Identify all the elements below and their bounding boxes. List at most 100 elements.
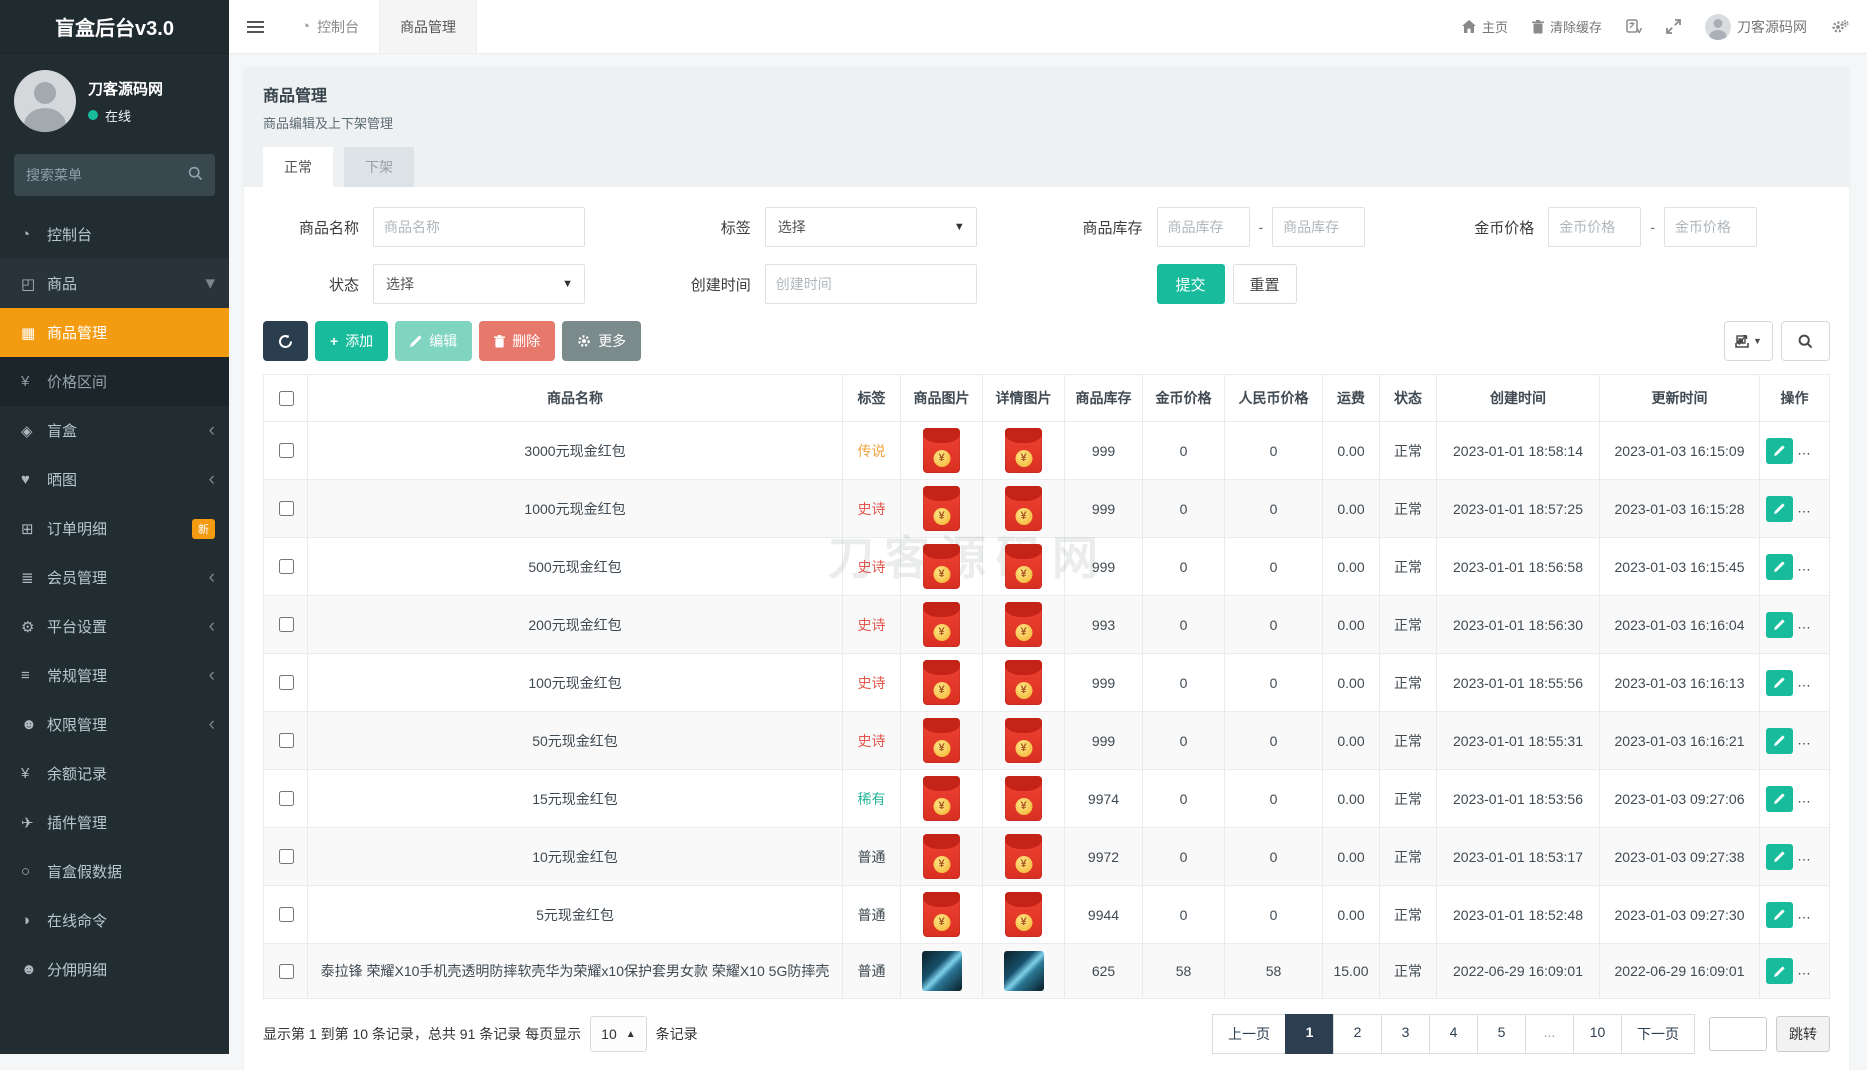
- settings-gears-icon[interactable]: [1831, 19, 1849, 35]
- page-link[interactable]: 2: [1333, 1014, 1382, 1054]
- sidebar-menu-item[interactable]: ▦ 商品管理: [0, 308, 229, 357]
- row-edit-button[interactable]: [1766, 901, 1793, 928]
- fullscreen-icon[interactable]: [1666, 19, 1681, 34]
- row-checkbox[interactable]: [278, 849, 294, 864]
- sidebar-menu-item[interactable]: ◰ 商品 ▾: [0, 259, 229, 308]
- row-checkbox[interactable]: [278, 963, 294, 979]
- page-link[interactable]: 4: [1429, 1014, 1478, 1054]
- clear-cache-link[interactable]: 清除缓存: [1531, 17, 1602, 36]
- stock-min-input[interactable]: [1156, 207, 1250, 247]
- table-search-button[interactable]: [1781, 321, 1830, 361]
- submit-button[interactable]: 提交: [1156, 264, 1225, 304]
- sidebar-menu-item[interactable]: ≣ 会员管理 ‹: [0, 553, 229, 602]
- sidebar-menu-item[interactable]: ☻ 权限管理 ‹: [0, 700, 229, 749]
- product-image[interactable]: [923, 776, 960, 821]
- stock-max-input[interactable]: [1272, 207, 1366, 247]
- row-checkbox[interactable]: [278, 501, 294, 516]
- row-edit-button[interactable]: [1766, 437, 1793, 464]
- sidebar-menu-item[interactable]: ¥ 余额记录: [0, 749, 229, 798]
- page-link[interactable]: 1: [1285, 1014, 1334, 1054]
- row-checkbox[interactable]: [278, 907, 294, 922]
- product-image[interactable]: [923, 428, 960, 473]
- page-size-select[interactable]: 10 ▲: [590, 1016, 647, 1052]
- page-link[interactable]: 10: [1573, 1014, 1622, 1054]
- product-image[interactable]: [923, 486, 960, 531]
- reset-button[interactable]: 重置: [1232, 264, 1297, 304]
- detail-image[interactable]: [1005, 892, 1042, 937]
- product-image[interactable]: [923, 834, 960, 879]
- tab-offshelf[interactable]: 下架: [344, 147, 414, 187]
- row-edit-button[interactable]: [1766, 611, 1793, 638]
- table-row: 1000元现金红包 史诗 999 0 0 0.00 正常: [263, 479, 1830, 538]
- detail-image[interactable]: [1005, 776, 1042, 821]
- sidebar-menu-item[interactable]: ¥ 价格区间: [0, 357, 229, 406]
- detail-image[interactable]: [1005, 602, 1042, 647]
- translate-icon[interactable]: [1626, 18, 1642, 35]
- detail-image[interactable]: [1003, 951, 1044, 991]
- page-link[interactable]: 5: [1477, 1014, 1526, 1054]
- detail-image[interactable]: [1005, 544, 1042, 589]
- delete-button[interactable]: 删除: [479, 321, 556, 361]
- product-image[interactable]: [923, 602, 960, 647]
- status-select[interactable]: 选择 ▼: [373, 264, 585, 304]
- row-checkbox[interactable]: [278, 559, 294, 574]
- row-edit-button[interactable]: [1766, 553, 1793, 580]
- more-button[interactable]: 更多: [562, 321, 642, 361]
- sidebar-menu-item[interactable]: ◔ 控制台: [0, 210, 229, 259]
- row-checkbox[interactable]: [278, 443, 294, 458]
- user-menu[interactable]: 刀客源码网: [1705, 13, 1807, 40]
- gold-max-input[interactable]: [1663, 207, 1757, 247]
- jump-button[interactable]: 跳转: [1776, 1016, 1830, 1052]
- row-checkbox[interactable]: [278, 733, 294, 748]
- row-edit-button[interactable]: [1766, 843, 1793, 870]
- sidebar-menu-item[interactable]: ○ 盲盒假数据: [0, 847, 229, 896]
- topbar-tab[interactable]: 商品管理: [379, 0, 478, 53]
- detail-image[interactable]: [1005, 428, 1042, 473]
- sidebar-menu-item[interactable]: ☻ 分佣明细: [0, 945, 229, 994]
- sidebar-menu-item[interactable]: ⚙ 平台设置 ‹: [0, 602, 229, 651]
- edit-button[interactable]: 编辑: [395, 321, 473, 361]
- row-edit-button[interactable]: [1766, 727, 1793, 754]
- tab-normal[interactable]: 正常: [263, 147, 333, 187]
- search-icon[interactable]: [188, 166, 203, 181]
- detail-image[interactable]: [1005, 486, 1042, 531]
- sidebar-menu-item[interactable]: ≡ 常规管理 ‹: [0, 651, 229, 700]
- home-link[interactable]: 主页: [1461, 17, 1508, 36]
- row-edit-button[interactable]: [1766, 495, 1793, 522]
- page-link[interactable]: ...: [1525, 1014, 1574, 1054]
- sidebar-menu-item[interactable]: ◑ 在线命令: [0, 896, 229, 945]
- sidebar-menu-item[interactable]: ⊞ 订单明细 新: [0, 504, 229, 553]
- product-image[interactable]: [923, 544, 960, 589]
- sidebar-menu-item[interactable]: ♥ 晒图 ‹: [0, 455, 229, 504]
- row-checkbox[interactable]: [278, 675, 294, 690]
- product-image[interactable]: [923, 892, 960, 937]
- created-time-input[interactable]: [764, 264, 977, 304]
- detail-image[interactable]: [1005, 834, 1042, 879]
- product-image[interactable]: [923, 718, 960, 763]
- page-link[interactable]: 下一页: [1621, 1014, 1695, 1054]
- detail-image[interactable]: [1005, 660, 1042, 705]
- detail-image[interactable]: [1005, 718, 1042, 763]
- tag-select[interactable]: 选择 ▼: [764, 207, 977, 247]
- row-edit-button[interactable]: [1766, 669, 1793, 696]
- jump-page-input[interactable]: [1709, 1017, 1767, 1051]
- row-checkbox[interactable]: [278, 617, 294, 632]
- hamburger-menu-icon[interactable]: [229, 0, 281, 53]
- row-edit-button[interactable]: [1766, 958, 1793, 984]
- export-button[interactable]: ▼: [1724, 321, 1773, 361]
- sidebar-search-input[interactable]: [14, 154, 215, 196]
- name-filter-input[interactable]: [373, 207, 585, 247]
- product-image[interactable]: [923, 660, 960, 705]
- add-button[interactable]: + 添加: [315, 321, 389, 361]
- gold-min-input[interactable]: [1548, 207, 1642, 247]
- page-link[interactable]: 上一页: [1212, 1014, 1286, 1054]
- row-edit-button[interactable]: [1766, 785, 1793, 812]
- refresh-button[interactable]: [263, 321, 308, 361]
- page-link[interactable]: 3: [1381, 1014, 1430, 1054]
- row-checkbox[interactable]: [278, 791, 294, 806]
- sidebar-menu-item[interactable]: ✈ 插件管理: [0, 798, 229, 847]
- topbar-tab[interactable]: ◔ 控制台: [281, 0, 379, 53]
- select-all-checkbox[interactable]: [278, 390, 294, 406]
- product-image[interactable]: [921, 951, 962, 991]
- sidebar-menu-item[interactable]: ◈ 盲盒 ‹: [0, 406, 229, 455]
